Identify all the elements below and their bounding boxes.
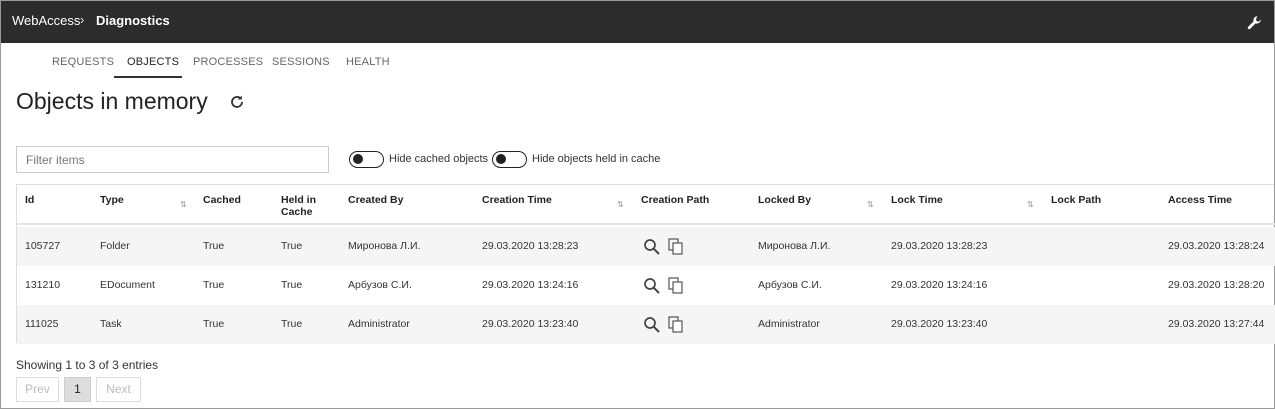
- column-header-held-in-cache[interactable]: Held in Cache: [281, 194, 331, 218]
- cell-lock-time: 29.03.2020 13:28:23: [891, 240, 988, 252]
- cell-locked-by: Миронова Л.И.: [758, 240, 831, 252]
- cell-id: 131210: [25, 279, 61, 291]
- column-header-created-by[interactable]: Created By: [348, 194, 403, 206]
- breadcrumb-current: Diagnostics: [96, 13, 170, 28]
- cell-type: EDocument: [100, 279, 155, 291]
- cell-id: 105727: [25, 240, 61, 252]
- tab-sessions[interactable]: SESSIONS: [272, 56, 330, 68]
- next-button[interactable]: Next: [96, 377, 141, 402]
- copy-icon[interactable]: [668, 238, 684, 256]
- column-header-lock-time[interactable]: Lock Time: [891, 194, 943, 206]
- cell-created-by: Арбузов С.И.: [348, 279, 412, 291]
- cell-lock-time: 29.03.2020 13:24:16: [891, 279, 988, 291]
- sort-icon[interactable]: ⇅: [1027, 200, 1034, 209]
- refresh-icon[interactable]: [229, 94, 245, 110]
- tab-processes[interactable]: PROCESSES: [193, 56, 263, 68]
- cell-held: True: [281, 240, 303, 252]
- cell-access-time: 29.03.2020 13:28:20: [1168, 279, 1265, 291]
- cell-type: Task: [100, 318, 122, 330]
- column-header-lock-path[interactable]: Lock Path: [1051, 194, 1101, 206]
- wrench-icon[interactable]: [1247, 15, 1263, 31]
- cell-cached: True: [203, 279, 225, 291]
- hide-cached-toggle[interactable]: [349, 151, 384, 168]
- search-icon[interactable]: [643, 238, 661, 256]
- column-header-creation-time[interactable]: Creation Time: [482, 194, 552, 206]
- active-tab-indicator: [114, 76, 182, 78]
- toggle-knob: [496, 154, 506, 164]
- cell-access-time: 29.03.2020 13:28:24: [1168, 240, 1265, 252]
- copy-icon[interactable]: [668, 316, 684, 334]
- cell-cached: True: [203, 240, 225, 252]
- table-info: Showing 1 to 3 of 3 entries: [16, 358, 159, 372]
- cell-lock-time: 29.03.2020 13:23:40: [891, 318, 988, 330]
- table-row[interactable]: 111025 Task True True Administrator 29.0…: [17, 305, 1275, 344]
- prev-button[interactable]: Prev: [16, 377, 59, 402]
- cell-creation-time: 29.03.2020 13:23:40: [482, 318, 579, 330]
- cell-creation-time: 29.03.2020 13:24:16: [482, 279, 579, 291]
- column-header-locked-by[interactable]: Locked By: [758, 194, 811, 206]
- breadcrumb-root[interactable]: WebAccess: [12, 13, 80, 28]
- tab-requests[interactable]: REQUESTS: [52, 56, 114, 68]
- page-title: Objects in memory: [16, 88, 208, 114]
- search-icon[interactable]: [643, 277, 661, 295]
- column-header-id[interactable]: Id: [25, 194, 34, 206]
- hide-cached-label: Hide cached objects: [389, 153, 489, 165]
- column-header-creation-path[interactable]: Creation Path: [641, 194, 709, 206]
- objects-table: Id Type ⇅ Cached Held in Cache Created B…: [16, 184, 1275, 344]
- table-header: Id Type ⇅ Cached Held in Cache Created B…: [17, 185, 1275, 225]
- sort-icon[interactable]: ⇅: [867, 200, 874, 209]
- cell-created-by: Administrator: [348, 318, 410, 330]
- table-row[interactable]: 105727 Folder True True Миронова Л.И. 29…: [17, 227, 1275, 266]
- top-bar: [1, 1, 1274, 43]
- toggle-knob: [353, 154, 363, 164]
- column-header-access-time[interactable]: Access Time: [1168, 194, 1232, 206]
- sort-icon[interactable]: ⇅: [180, 200, 187, 209]
- cell-cached: True: [203, 318, 225, 330]
- tab-objects[interactable]: OBJECTS: [127, 56, 179, 68]
- hide-held-toggle[interactable]: [492, 151, 527, 168]
- search-icon[interactable]: [643, 316, 661, 334]
- cell-held: True: [281, 279, 303, 291]
- column-header-type[interactable]: Type: [100, 194, 124, 206]
- page-button[interactable]: 1: [64, 377, 91, 402]
- cell-creation-time: 29.03.2020 13:28:23: [482, 240, 579, 252]
- cell-type: Folder: [100, 240, 130, 252]
- cell-created-by: Миронова Л.И.: [348, 240, 421, 252]
- column-header-cached[interactable]: Cached: [203, 194, 241, 206]
- cell-access-time: 29.03.2020 13:27:44: [1168, 318, 1265, 330]
- sort-icon[interactable]: ⇅: [617, 200, 624, 209]
- hide-held-label: Hide objects held in cache: [532, 153, 661, 165]
- cell-id: 111025: [25, 318, 59, 330]
- copy-icon[interactable]: [668, 277, 684, 295]
- cell-held: True: [281, 318, 303, 330]
- cell-locked-by: Арбузов С.И.: [758, 279, 822, 291]
- cell-locked-by: Administrator: [758, 318, 820, 330]
- tab-health[interactable]: HEALTH: [346, 56, 390, 68]
- table-row[interactable]: 131210 EDocument True True Арбузов С.И. …: [17, 266, 1275, 305]
- breadcrumb-separator: ›: [80, 12, 85, 27]
- filter-input[interactable]: [16, 146, 329, 173]
